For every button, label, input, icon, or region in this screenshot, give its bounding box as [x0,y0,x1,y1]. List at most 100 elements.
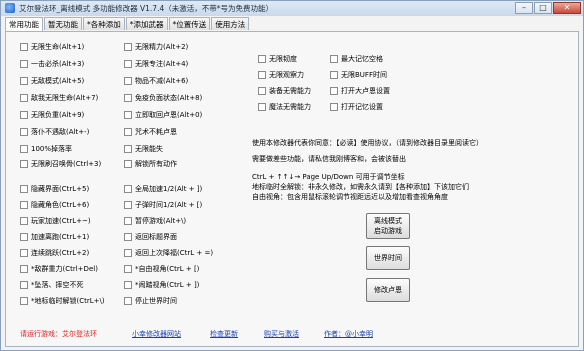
checkbox[interactable] [330,87,338,95]
cheat-checkbox[interactable]: 打开记忆设置 [330,102,383,112]
checkbox[interactable] [124,281,132,289]
checkbox[interactable] [124,128,132,136]
cheat-checkbox[interactable]: 无限负重(Alt+9) [20,110,84,120]
notice-text: 需要做差些功能，请私信我刚博客和，会被该替出 [252,155,406,163]
tab-none[interactable]: 暂无功能 [44,17,82,30]
checkbox[interactable] [20,94,28,102]
checkbox[interactable] [124,265,132,273]
cheat-checkbox[interactable]: 隐藏角色(CtrL+6) [20,200,89,210]
cheat-checkbox[interactable]: 返回上次降福(CtrL + =) [124,248,213,258]
cheat-checkbox[interactable]: 咒术不耗卢恩 [124,127,177,137]
world-time-button[interactable]: 世界时间 [366,246,410,270]
cheat-checkbox[interactable]: 一击必杀(Alt+3) [20,59,84,69]
cheat-checkbox[interactable]: 子弹时间1/2(Alt + [) [124,200,202,210]
cheat-checkbox[interactable]: 返回标题界面 [124,232,177,242]
cheat-checkbox[interactable]: 隐藏界面(CtrL+5) [20,184,89,194]
cheat-checkbox[interactable]: 停止世界时间 [124,296,177,306]
cheat-checkbox[interactable]: *闹踏视角(CtrL + ]) [124,280,199,290]
checkbox[interactable] [20,201,28,209]
tab-bar: 常用功能 暂无功能 *各种添加 *添加武器 *位置传送 使用方法 [5,17,250,31]
cheat-checkbox[interactable]: 无限韧度 [258,54,297,64]
cheat-checkbox[interactable]: 加速离跑(CtrL+1) [20,232,89,242]
cheat-checkbox[interactable]: 无限BUFF时间 [330,70,387,80]
checkbox[interactable] [124,233,132,241]
checkbox[interactable] [20,281,28,289]
checkbox[interactable] [124,185,132,193]
cheat-checkbox[interactable]: 无限观察力 [258,70,304,80]
checkbox[interactable] [124,160,132,168]
cheat-checkbox[interactable]: 暂停游戏(Alt+\) [124,216,186,226]
checkbox[interactable] [124,77,132,85]
cheat-checkbox[interactable]: 装备无需能力 [258,86,311,96]
offline-launch-button[interactable]: 离线模式 启动游戏 [366,213,410,239]
cheat-checkbox[interactable]: 落仆不遇敌(Alt+-) [20,127,89,137]
cheat-checkbox[interactable]: *敌群重力(Ctrl+Del) [20,264,98,274]
checkbox[interactable] [124,297,132,305]
cheat-checkbox[interactable]: 最大记忆空格 [330,54,383,64]
cheat-checkbox[interactable]: 物品不减(Alt+6) [124,76,188,86]
checkbox[interactable] [124,94,132,102]
cheat-checkbox[interactable]: 连续跳跃(CtrL+2) [20,248,89,258]
maximize-button[interactable]: □ [534,2,552,14]
checkbox[interactable] [124,249,132,257]
checkbox[interactable] [124,217,132,225]
cheat-checkbox[interactable]: 无限能失 [124,144,163,154]
author-link[interactable]: 作者：@小幸明 [324,329,373,339]
cheat-checkbox[interactable]: 无限生命(Alt+1) [20,42,84,52]
checkbox[interactable] [20,145,28,153]
checkbox[interactable] [20,233,28,241]
cheat-checkbox[interactable]: 打开大卢恩设置 [330,86,390,96]
checkbox[interactable] [20,217,28,225]
cheat-checkbox[interactable]: 无限刷召唤骨(Ctrl+3) [20,159,101,169]
tab-teleport[interactable]: *位置传送 [168,17,211,30]
tab-common[interactable]: 常用功能 [5,17,43,31]
checkbox[interactable] [330,55,338,63]
purchase-activate-link[interactable]: 购买与激活 [264,329,299,339]
checkbox[interactable] [20,77,28,85]
checkbox[interactable] [124,111,132,119]
tab-usage[interactable]: 使用方法 [211,17,250,30]
cheat-checkbox[interactable]: 无限精力(Alt+2) [124,42,188,52]
cheat-checkbox[interactable]: 100%掉落率 [20,144,72,154]
checkbox[interactable] [124,201,132,209]
website-link[interactable]: 小幸修改器网站 [132,329,181,339]
cheat-checkbox[interactable]: *地标临时解锁(CtrL+\) [20,296,105,306]
checkbox[interactable] [258,87,266,95]
checkbox[interactable] [20,43,28,51]
cheat-checkbox[interactable]: 玩家加速(CtrL+~) [20,216,91,226]
checkbox[interactable] [258,71,266,79]
window-title: 艾尔登法环_离线模式 多功能修改器 V1.7.4（未激活，不带*号为免费功能） [19,4,273,13]
minimize-button[interactable]: – [515,2,533,14]
title-bar[interactable]: 艾尔登法环_离线模式 多功能修改器 V1.7.4（未激活，不带*号为免费功能） … [1,1,583,16]
cheat-checkbox[interactable]: 敌我无限生命(Alt+7) [20,93,98,103]
checkbox[interactable] [330,103,338,111]
checkbox[interactable] [124,43,132,51]
checkbox[interactable] [20,60,28,68]
checkbox[interactable] [124,145,132,153]
edit-runes-button[interactable]: 修改卢恩 [366,278,410,302]
checkbox[interactable] [258,55,266,63]
cheat-checkbox[interactable]: 立即取回卢恩(Alt+0) [124,110,202,120]
cheat-checkbox[interactable]: 免疫负面状态(Alt+8) [124,93,202,103]
cheat-checkbox[interactable]: 无敌模式(Alt+5) [20,76,84,86]
check-update-link[interactable]: 检查更新 [210,329,238,339]
cheat-checkbox[interactable]: 解锁所有动作 [124,159,177,169]
checkbox[interactable] [20,297,28,305]
checkbox[interactable] [20,111,28,119]
cheat-checkbox[interactable]: 魔法无需能力 [258,102,311,112]
checkbox[interactable] [20,185,28,193]
cheat-checkbox[interactable]: 全局加速1/2(Alt + ]) [124,184,202,194]
checkbox[interactable] [20,128,28,136]
cheat-checkbox[interactable]: *自由视角(CtrL + [) [124,264,199,274]
tab-add-items[interactable]: *各种添加 [83,17,125,30]
cheat-checkbox[interactable]: *坠落、摔空不死 [20,280,84,290]
close-button[interactable]: ✕ [553,2,581,14]
checkbox[interactable] [258,103,266,111]
tab-add-weapons[interactable]: *添加武器 [125,17,168,30]
checkbox[interactable] [20,249,28,257]
cheat-checkbox[interactable]: 无限专注(Alt+4) [124,59,188,69]
checkbox[interactable] [20,265,28,273]
checkbox[interactable] [20,160,28,168]
checkbox[interactable] [124,60,132,68]
checkbox[interactable] [330,71,338,79]
